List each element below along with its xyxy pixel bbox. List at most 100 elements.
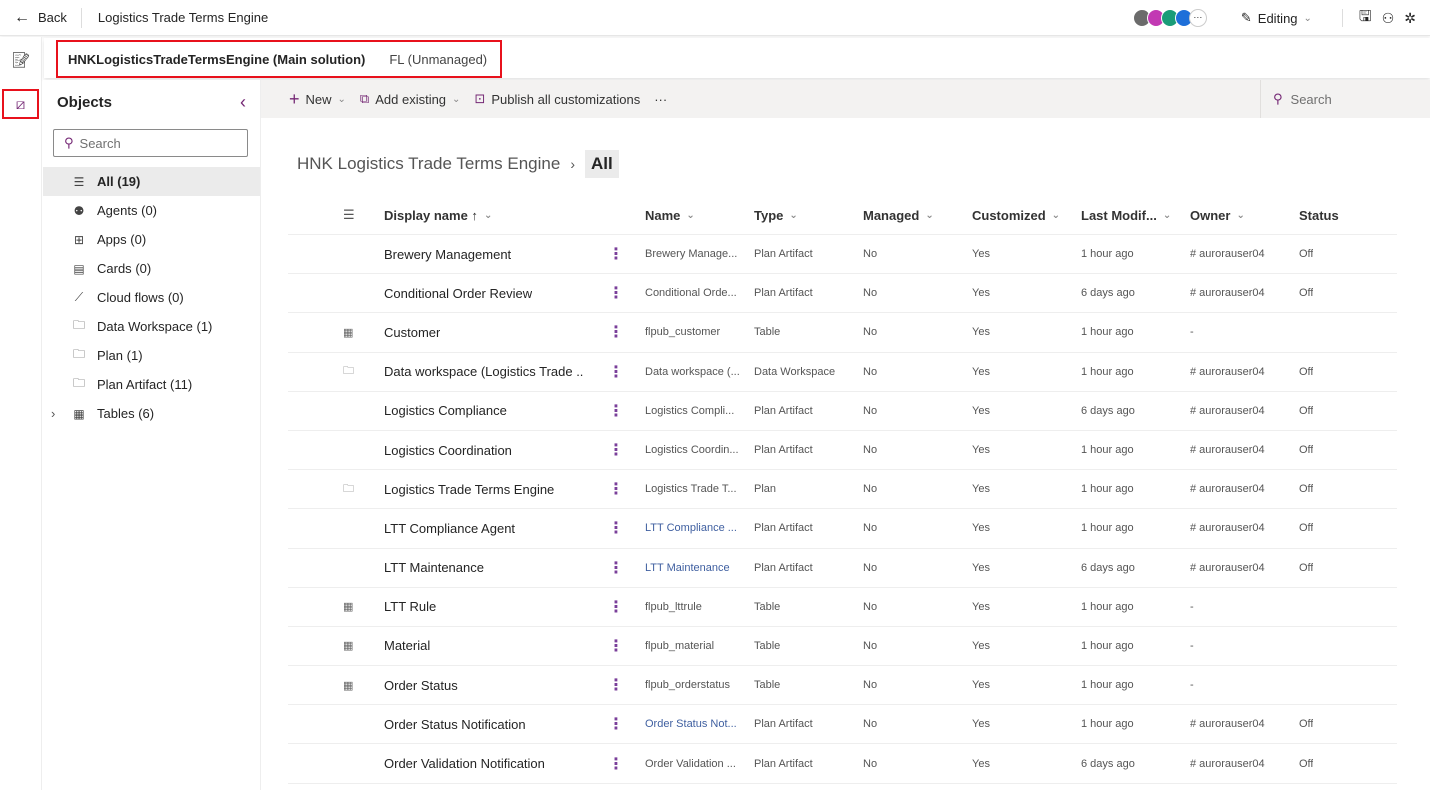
objects-item-cards[interactable]: ▤ Cards (0) xyxy=(43,254,260,283)
table-row[interactable]: Logistics Coordination Logistics Coordin.… xyxy=(288,431,1397,471)
more-options-icon[interactable]: ⋮ xyxy=(608,392,624,430)
cell-type: Table xyxy=(754,326,781,339)
cell-customized: Yes xyxy=(972,483,990,496)
objects-item-all[interactable]: ☰ All (19) xyxy=(43,167,260,196)
column-header-label: Display name ↑ xyxy=(384,207,478,223)
cell-display[interactable]: Logistics Trade Terms Engine xyxy=(384,470,554,508)
share-icon[interactable]: ⚇ xyxy=(1382,10,1395,27)
folder-icon: 🗀 xyxy=(72,318,85,332)
cell-modified: 1 hour ago xyxy=(1081,522,1134,535)
objects-item-plan[interactable]: 🗀 Plan (1) xyxy=(43,341,260,370)
objects-item-data-workspace[interactable]: 🗀 Data Workspace (1) xyxy=(43,312,260,341)
collaborator-avatars[interactable]: ··· xyxy=(1132,9,1207,27)
table-row[interactable]: 🗀 Logistics Trade Terms Engine Logistics T… xyxy=(288,470,1397,510)
more-options-icon[interactable]: ⋮ xyxy=(608,627,624,665)
table-row[interactable]: ▦ Customer flpub_customer Table No Yes 1 hour … xyxy=(288,313,1397,353)
new-button[interactable]: + New ⌄ xyxy=(289,89,346,110)
cell-display[interactable]: Customer xyxy=(384,313,440,351)
rail-overview-button[interactable]: 📝︎ xyxy=(4,45,38,75)
table-row[interactable]: ▦ Order Status flpub_orderstatus Table No Yes… xyxy=(288,666,1397,706)
column-header[interactable]: Status xyxy=(1299,196,1339,234)
cell-display[interactable]: Order Validation Notification xyxy=(384,744,545,782)
chevron-right-icon: › xyxy=(570,156,575,172)
save-icon[interactable]: 🖫 xyxy=(1359,6,1372,31)
column-header[interactable]: Name ⌄ xyxy=(645,196,695,234)
more-options-icon[interactable]: ⋮ xyxy=(608,666,624,704)
cell-modified: 1 hour ago xyxy=(1081,326,1134,339)
more-options-icon[interactable]: ⋮ xyxy=(608,705,624,743)
column-header[interactable]: Managed ⌄ xyxy=(863,196,934,234)
cell-display[interactable]: Conditional Order Review xyxy=(384,274,532,312)
more-options-icon[interactable]: ⋮ xyxy=(608,235,624,273)
more-options-icon[interactable]: ⋮ xyxy=(608,274,624,312)
back-button[interactable]: ← Back xyxy=(0,7,82,28)
table-row[interactable]: Order Status Notification Order Status No… xyxy=(288,705,1397,745)
cell-display[interactable]: Logistics Compliance xyxy=(384,392,507,430)
table-row[interactable]: Conditional Order Review Conditional Orde… xyxy=(288,274,1397,314)
cell-display[interactable]: LTT Maintenance xyxy=(384,549,484,587)
table-row[interactable]: ▦ LTT Rule flpub_lttrule Table No Yes 1 hour a… xyxy=(288,588,1397,627)
breadcrumb-parent[interactable]: HNK Logistics Trade Terms Engine xyxy=(297,154,560,174)
cell-type: Plan Artifact xyxy=(754,757,813,770)
command-search-input[interactable]: ⚲ Search xyxy=(1260,80,1424,118)
table-row[interactable]: 🗀 Data workspace (Logistics Trade ... Data… xyxy=(288,353,1397,392)
table-row[interactable]: LTT Compliance Agent LTT Compliance ... Pl… xyxy=(288,509,1397,549)
objects-item-label: Agents (0) xyxy=(97,203,157,218)
more-options-icon[interactable]: ⋮ xyxy=(608,353,624,391)
column-header[interactable]: Type ⌄ xyxy=(754,196,798,234)
objects-item-tables[interactable]: › ▦ Tables (6) xyxy=(43,399,260,428)
objects-item-agents[interactable]: ⚉ Agents (0) xyxy=(43,196,260,225)
cell-display[interactable]: Order Status Notification xyxy=(384,705,526,743)
cell-name: Conditional Orde... xyxy=(645,287,737,300)
cell-display[interactable]: Data workspace (Logistics Trade ... xyxy=(384,353,584,391)
rail-objects-button[interactable]: ⧄ xyxy=(2,89,39,119)
cell-name: Logistics Compli... xyxy=(645,404,735,417)
table-row[interactable]: Brewery Management Brewery Manage... Plan … xyxy=(288,235,1397,275)
objects-item-cloud-flows[interactable]: ⟋ Cloud flows (0) xyxy=(43,283,260,312)
column-header[interactable]: Display name ↑ ⌄ xyxy=(384,196,492,234)
table-row[interactable]: Order Validation Notification Order Valid… xyxy=(288,744,1397,784)
objects-item-label: Plan Artifact (11) xyxy=(97,377,193,392)
objects-search-input[interactable]: ⚲ Search xyxy=(53,129,248,157)
cell-status: Off xyxy=(1299,248,1314,261)
column-header[interactable]: Owner ⌄ xyxy=(1190,196,1245,234)
cell-display[interactable]: LTT Rule xyxy=(384,588,436,626)
cell-customized: Yes xyxy=(972,248,990,261)
more-options-icon[interactable]: ⋮ xyxy=(608,431,624,469)
objects-item-plan-artifact[interactable]: 🗀 Plan Artifact (11) xyxy=(43,370,260,399)
chevron-right-icon[interactable]: › xyxy=(51,406,55,421)
cell-customized: Yes xyxy=(972,639,990,652)
more-options-icon[interactable]: ⋮ xyxy=(608,744,624,782)
cell-display[interactable]: LTT Compliance Agent xyxy=(384,509,515,547)
more-options-icon[interactable]: ⋮ xyxy=(608,549,624,587)
table-row[interactable]: LTT Maintenance LTT Maintenance Plan Artif… xyxy=(288,549,1397,588)
more-options-icon[interactable]: ⋮ xyxy=(608,313,624,351)
cell-display[interactable]: Material xyxy=(384,627,430,665)
cell-display[interactable]: Logistics Coordination xyxy=(384,431,512,469)
item-type-column-icon[interactable]: ☰ xyxy=(343,196,355,234)
add-existing-icon: ⧉ xyxy=(359,91,370,106)
add-existing-button[interactable]: ⧉ Add existing ⌄ xyxy=(360,91,461,107)
collapse-pane-icon[interactable]: ‹ xyxy=(240,92,246,113)
search-icon: ⚲ xyxy=(1273,91,1283,106)
bug-icon[interactable]: ✲ xyxy=(1404,10,1416,27)
table-row[interactable]: ▦ Material flpub_material Table No Yes 1 hour … xyxy=(288,627,1397,667)
more-options-icon[interactable]: ⋮ xyxy=(608,470,624,508)
more-avatars-icon[interactable]: ··· xyxy=(1188,9,1207,27)
objects-item-label: Tables (6) xyxy=(97,406,155,421)
more-options-icon[interactable]: ⋮ xyxy=(608,509,624,547)
objects-item-apps[interactable]: ⊞ Apps (0) xyxy=(43,225,260,254)
cell-display[interactable]: Order Status xyxy=(384,666,458,704)
objects-item-label: Apps (0) xyxy=(97,232,147,247)
cell-customized: Yes xyxy=(972,718,990,731)
more-commands-button[interactable]: ··· xyxy=(654,92,667,107)
editing-mode-button[interactable]: ✎ Editing ⌄ xyxy=(1241,10,1312,26)
publish-button[interactable]: ⊡ Publish all customizations xyxy=(474,91,640,107)
chevron-down-icon: ⌄ xyxy=(1162,209,1172,221)
more-options-icon[interactable]: ⋮ xyxy=(608,588,624,626)
column-header[interactable]: Customized ⌄ xyxy=(972,196,1060,234)
cell-managed: No xyxy=(863,483,878,496)
table-row[interactable]: Logistics Compliance Logistics Compli... P… xyxy=(288,392,1397,431)
column-header[interactable]: Last Modif... ⌄ xyxy=(1081,196,1171,234)
cell-display[interactable]: Brewery Management xyxy=(384,235,511,273)
